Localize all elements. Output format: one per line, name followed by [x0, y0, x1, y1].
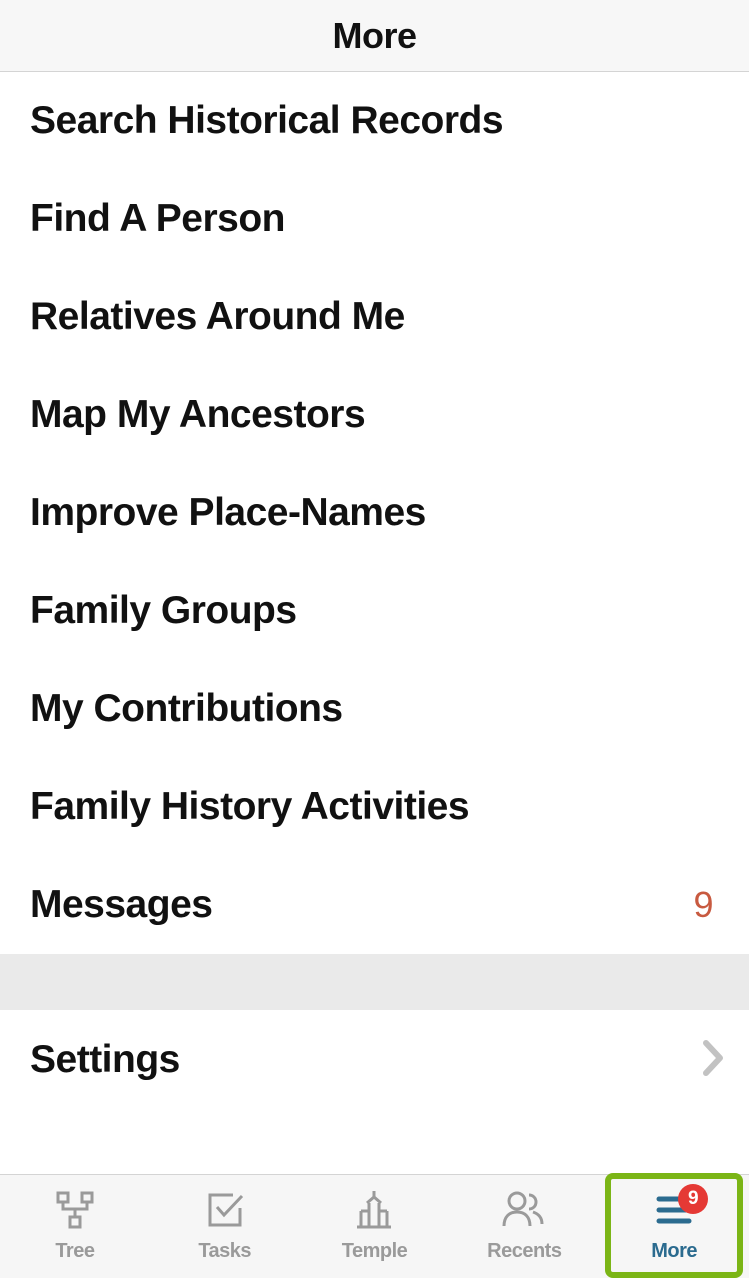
tab-label: Tasks [198, 1240, 251, 1263]
menu-item-label: Improve Place-Names [30, 491, 426, 535]
chevron-right-icon [703, 1040, 725, 1081]
tab-tree[interactable]: Tree [0, 1175, 150, 1278]
menu-item-settings[interactable]: Settings [0, 1010, 749, 1110]
header: More [0, 0, 749, 72]
tab-tasks[interactable]: Tasks [150, 1175, 300, 1278]
menu-item-family-groups[interactable]: Family Groups [0, 562, 749, 660]
menu-item-relatives-around-me[interactable]: Relatives Around Me [0, 268, 749, 366]
menu-item-label: My Contributions [30, 687, 343, 731]
menu-item-label: Find A Person [30, 197, 285, 241]
page-title: More [332, 15, 416, 57]
tab-bar: Tree Tasks [0, 1174, 749, 1278]
section-divider [0, 954, 749, 1010]
tab-label: Tree [55, 1240, 94, 1263]
menu-item-label: Family History Activities [30, 785, 469, 829]
tab-recents[interactable]: Recents [449, 1175, 599, 1278]
menu-item-family-history-activities[interactable]: Family History Activities [0, 758, 749, 856]
menu-item-label: Map My Ancestors [30, 393, 365, 437]
messages-badge: 9 [693, 884, 719, 926]
tab-label: Temple [342, 1240, 408, 1263]
menu-item-label: Family Groups [30, 589, 297, 633]
recents-icon [501, 1190, 547, 1235]
tab-label: More [651, 1240, 697, 1263]
tab-more[interactable]: 9 More [599, 1175, 749, 1278]
menu-item-label: Settings [30, 1038, 180, 1082]
tree-icon [54, 1191, 96, 1234]
temple-icon [353, 1189, 395, 1236]
menu-item-find-a-person[interactable]: Find A Person [0, 170, 749, 268]
more-badge: 9 [678, 1184, 708, 1214]
menu-item-label: Messages [30, 883, 212, 927]
tasks-icon [205, 1190, 245, 1235]
menu-item-map-my-ancestors[interactable]: Map My Ancestors [0, 366, 749, 464]
menu-item-label: Relatives Around Me [30, 295, 405, 339]
menu-item-improve-place-names[interactable]: Improve Place-Names [0, 464, 749, 562]
tab-label: Recents [487, 1240, 561, 1263]
menu-item-search-historical-records[interactable]: Search Historical Records [0, 72, 749, 170]
content-area: Search Historical Records Find A Person … [0, 72, 749, 1174]
menu-item-label: Search Historical Records [30, 99, 503, 143]
menu-item-my-contributions[interactable]: My Contributions [0, 660, 749, 758]
tab-temple[interactable]: Temple [300, 1175, 450, 1278]
menu-item-messages[interactable]: Messages 9 [0, 856, 749, 954]
